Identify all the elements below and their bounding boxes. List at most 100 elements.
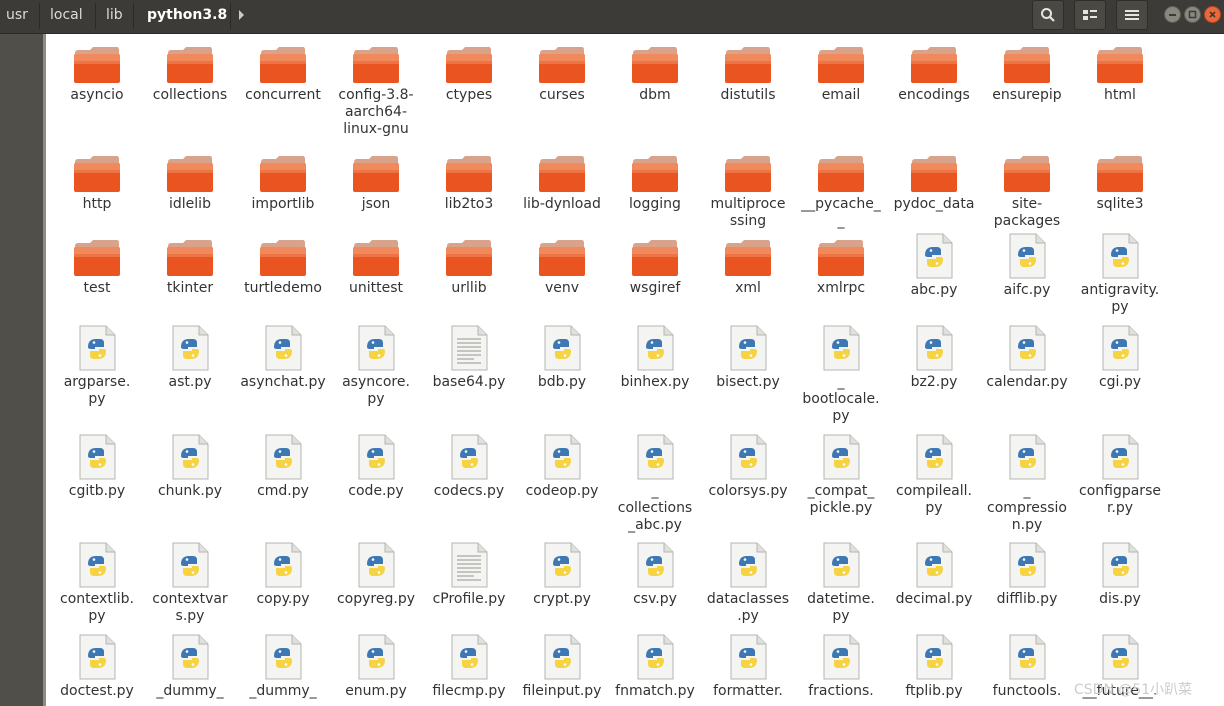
folder-item[interactable]: ensurepip — [981, 46, 1073, 104]
breadcrumb-python3-8[interactable]: python3.8 — [147, 0, 227, 30]
folder-item[interactable]: email — [795, 46, 887, 104]
file-item[interactable]: difflib.py — [981, 542, 1073, 608]
file-item[interactable]: dataclasses .py — [702, 542, 794, 625]
file-item[interactable]: _ collections _abc.py — [609, 434, 701, 534]
file-item[interactable]: aifc.py — [981, 233, 1073, 299]
file-item[interactable]: fractions. — [795, 634, 887, 700]
folder-item[interactable]: pydoc_data — [888, 155, 980, 213]
file-item[interactable]: abc.py — [888, 233, 980, 299]
file-item[interactable]: cProfile.py — [423, 542, 515, 608]
search-button[interactable] — [1032, 0, 1064, 30]
breadcrumb-lib[interactable]: lib — [106, 0, 123, 30]
file-item[interactable]: _ bootlocale. py — [795, 325, 887, 425]
folder-item[interactable]: xmlrpc — [795, 239, 887, 297]
python-file-icon — [916, 634, 953, 680]
close-button[interactable] — [1204, 6, 1221, 23]
folder-item[interactable]: lib-dynload — [516, 155, 608, 213]
folder-item[interactable]: xml — [702, 239, 794, 297]
folder-item[interactable]: dbm — [609, 46, 701, 104]
folder-item[interactable]: ctypes — [423, 46, 515, 104]
maximize-button[interactable] — [1184, 6, 1201, 23]
file-item[interactable]: _ compressio n.py — [981, 434, 1073, 534]
folder-item[interactable]: lib2to3 — [423, 155, 515, 213]
file-item[interactable]: ftplib.py — [888, 634, 980, 700]
file-item[interactable]: bisect.py — [702, 325, 794, 391]
file-item[interactable]: compileall. py — [888, 434, 980, 517]
folder-item[interactable]: importlib — [237, 155, 329, 213]
folder-item[interactable]: urllib — [423, 239, 515, 297]
file-item[interactable]: datetime. py — [795, 542, 887, 625]
file-item[interactable]: _dummy_ — [237, 634, 329, 700]
file-item[interactable]: asynchat.py — [237, 325, 329, 391]
file-item[interactable]: functools. — [981, 634, 1073, 700]
file-item[interactable]: argparse. py — [51, 325, 143, 408]
folder-item[interactable]: html — [1074, 46, 1166, 104]
file-item[interactable]: decimal.py — [888, 542, 980, 608]
file-item[interactable]: ast.py — [144, 325, 236, 391]
folder-item[interactable]: collections — [144, 46, 236, 104]
folder-item[interactable]: __pycache_ _ — [795, 155, 887, 230]
python-file-icon — [79, 434, 116, 480]
menu-button[interactable] — [1116, 0, 1148, 30]
file-item[interactable]: colorsys.py — [702, 434, 794, 500]
file-item[interactable]: crypt.py — [516, 542, 608, 608]
folder-item[interactable]: http — [51, 155, 143, 213]
folder-item[interactable]: test — [51, 239, 143, 297]
file-item[interactable]: filecmp.py — [423, 634, 515, 700]
file-item[interactable]: contextvar s.py — [144, 542, 236, 625]
file-item[interactable]: copy.py — [237, 542, 329, 608]
file-item[interactable]: calendar.py — [981, 325, 1073, 391]
file-item[interactable]: bdb.py — [516, 325, 608, 391]
file-item[interactable]: configparse r.py — [1074, 434, 1166, 517]
file-item[interactable]: _compat_ pickle.py — [795, 434, 887, 517]
file-item[interactable]: antigravity. py — [1074, 233, 1166, 316]
folder-item[interactable]: tkinter — [144, 239, 236, 297]
item-label: colorsys.py — [708, 483, 788, 499]
folder-item[interactable]: logging — [609, 155, 701, 213]
file-item[interactable]: bz2.py — [888, 325, 980, 391]
breadcrumb-local[interactable]: local — [50, 0, 83, 30]
folder-item[interactable]: json — [330, 155, 422, 213]
file-item[interactable]: codecs.py — [423, 434, 515, 500]
file-item[interactable]: doctest.py — [51, 634, 143, 700]
folder-item[interactable]: config-3.8- aarch64- linux-gnu — [330, 46, 422, 138]
file-item[interactable]: dis.py — [1074, 542, 1166, 608]
folder-item[interactable]: encodings — [888, 46, 980, 104]
view-mode-button[interactable] — [1074, 0, 1106, 30]
minimize-button[interactable] — [1164, 6, 1181, 23]
python-file-icon — [544, 434, 581, 480]
file-item[interactable]: formatter. — [702, 634, 794, 700]
folder-item[interactable]: venv — [516, 239, 608, 297]
file-item[interactable]: codeop.py — [516, 434, 608, 500]
file-item[interactable]: contextlib. py — [51, 542, 143, 625]
file-item[interactable]: cgi.py — [1074, 325, 1166, 391]
file-item[interactable]: enum.py — [330, 634, 422, 700]
file-item[interactable]: csv.py — [609, 542, 701, 608]
folder-item[interactable]: multiproce ssing — [702, 155, 794, 230]
folder-item[interactable]: concurrent — [237, 46, 329, 104]
folder-item[interactable]: distutils — [702, 46, 794, 104]
breadcrumb-forward-arrow-icon[interactable] — [239, 10, 244, 20]
file-item[interactable]: fileinput.py — [516, 634, 608, 700]
folder-item[interactable]: sqlite3 — [1074, 155, 1166, 213]
folder-item[interactable]: idlelib — [144, 155, 236, 213]
folder-item[interactable]: site- packages — [981, 155, 1073, 230]
file-item[interactable]: _dummy_ — [144, 634, 236, 700]
file-item[interactable]: binhex.py — [609, 325, 701, 391]
file-item[interactable]: cmd.py — [237, 434, 329, 500]
folder-item[interactable]: wsgiref — [609, 239, 701, 297]
folder-item[interactable]: asyncio — [51, 46, 143, 104]
item-label: fractions. — [808, 683, 874, 699]
python-file-icon — [730, 434, 767, 480]
file-item[interactable]: cgitb.py — [51, 434, 143, 500]
file-item[interactable]: fnmatch.py — [609, 634, 701, 700]
file-item[interactable]: chunk.py — [144, 434, 236, 500]
file-item[interactable]: asyncore. py — [330, 325, 422, 408]
folder-item[interactable]: curses — [516, 46, 608, 104]
folder-item[interactable]: turtledemo — [237, 239, 329, 297]
file-item[interactable]: base64.py — [423, 325, 515, 391]
breadcrumb-usr[interactable]: usr — [6, 0, 28, 30]
file-item[interactable]: code.py — [330, 434, 422, 500]
file-item[interactable]: copyreg.py — [330, 542, 422, 608]
folder-item[interactable]: unittest — [330, 239, 422, 297]
